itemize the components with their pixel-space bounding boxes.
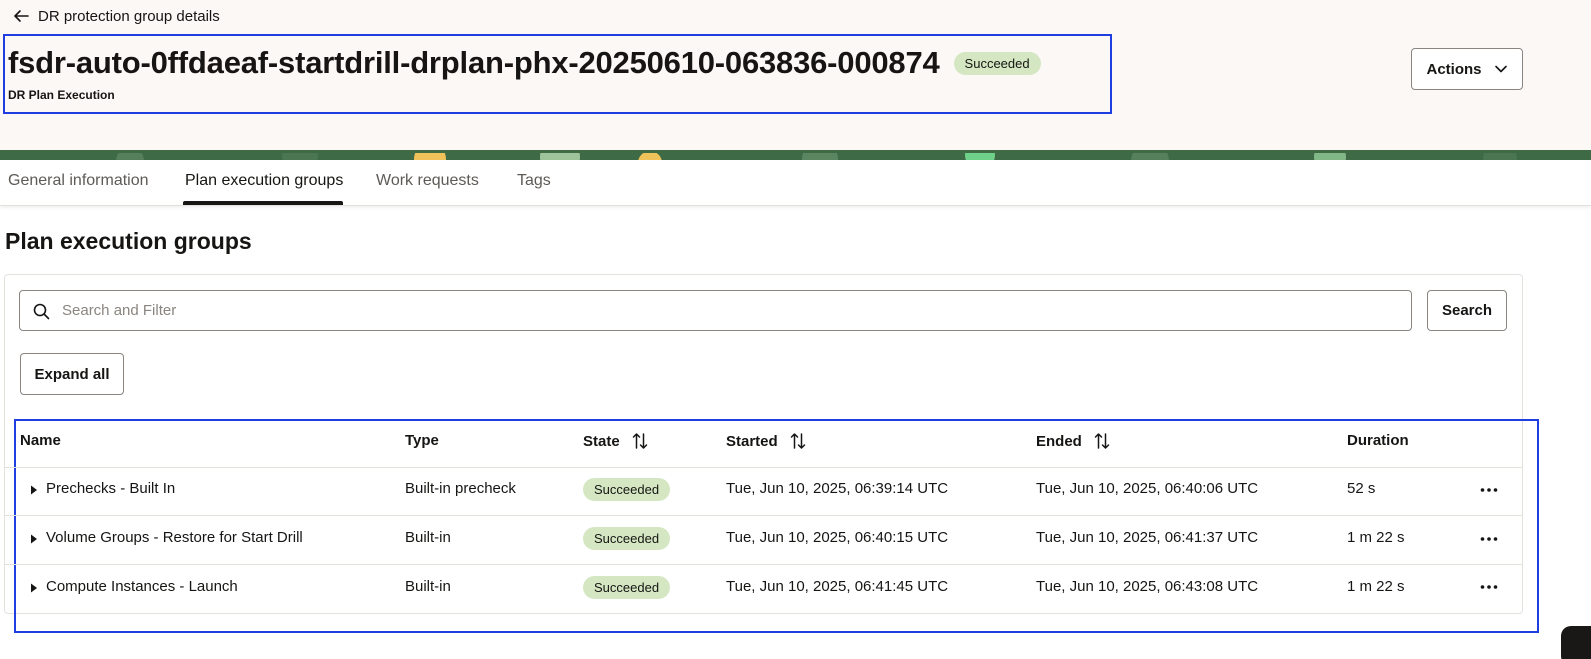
title-highlight-box: fsdr-auto-0ffdaeaf-startdrill-drplan-phx… xyxy=(3,34,1112,114)
actions-button-label: Actions xyxy=(1426,60,1482,78)
tab-work-requests[interactable]: Work requests xyxy=(376,172,479,190)
table-highlight-box xyxy=(14,419,1539,633)
row-duration: 52 s xyxy=(1347,480,1376,497)
search-icon xyxy=(33,303,50,320)
column-header-name-label: Name xyxy=(20,432,61,449)
search-input[interactable] xyxy=(62,291,1402,330)
caret-right-icon[interactable] xyxy=(30,485,38,495)
page-title: fsdr-auto-0ffdaeaf-startdrill-drplan-phx… xyxy=(8,45,940,80)
row-name[interactable]: Prechecks - Built In xyxy=(46,480,175,497)
column-header-type: Type xyxy=(405,432,439,449)
column-header-state-label: State xyxy=(583,432,620,450)
column-header-started: Started xyxy=(726,432,806,450)
row-type: Built-in xyxy=(405,578,451,595)
more-horizontal-icon[interactable] xyxy=(1479,577,1499,597)
active-tab-indicator xyxy=(183,201,343,205)
page-header: DR protection group details fsdr-auto-0f… xyxy=(0,0,1591,152)
caret-right-icon[interactable] xyxy=(30,583,38,593)
row-divider xyxy=(5,515,1522,516)
arrow-left-icon xyxy=(14,10,29,22)
row-name[interactable]: Volume Groups - Restore for Start Drill xyxy=(46,529,303,546)
search-button[interactable]: Search xyxy=(1427,290,1507,331)
row-ended: Tue, Jun 10, 2025, 06:40:06 UTC xyxy=(1036,480,1259,497)
actions-button[interactable]: Actions xyxy=(1411,48,1523,90)
row-divider xyxy=(5,467,1522,468)
column-header-duration: Duration xyxy=(1347,432,1409,449)
status-badge: Succeeded xyxy=(583,576,671,599)
more-horizontal-icon[interactable] xyxy=(1479,529,1499,549)
more-horizontal-icon[interactable] xyxy=(1479,480,1499,500)
sort-icon[interactable] xyxy=(1094,432,1110,450)
column-header-name: Name xyxy=(20,432,61,449)
status-badge: Succeeded xyxy=(583,478,671,501)
row-ended: Tue, Jun 10, 2025, 06:41:37 UTC xyxy=(1036,529,1259,546)
section-title: Plan execution groups xyxy=(5,228,252,254)
row-duration: 1 m 22 s xyxy=(1347,529,1405,546)
tab-plan-execution-groups[interactable]: Plan execution groups xyxy=(185,172,343,190)
column-header-state: State xyxy=(583,432,648,450)
search-field[interactable] xyxy=(19,290,1412,331)
expand-all-button[interactable]: Expand all xyxy=(20,353,124,395)
decorative-banner xyxy=(0,150,1591,160)
row-type: Built-in xyxy=(405,529,451,546)
row-started: Tue, Jun 10, 2025, 06:41:45 UTC xyxy=(726,578,949,595)
chevron-down-icon xyxy=(1494,65,1507,73)
row-started: Tue, Jun 10, 2025, 06:39:14 UTC xyxy=(726,480,949,497)
row-started: Tue, Jun 10, 2025, 06:40:15 UTC xyxy=(726,529,949,546)
column-header-started-label: Started xyxy=(726,432,778,450)
row-name[interactable]: Compute Instances - Launch xyxy=(46,578,238,595)
floating-widget[interactable] xyxy=(1561,626,1591,659)
row-type: Built-in precheck xyxy=(405,480,516,497)
tab-bar: General information Plan execution group… xyxy=(0,160,1591,206)
caret-right-icon[interactable] xyxy=(30,534,38,544)
column-header-ended-label: Ended xyxy=(1036,432,1082,450)
back-link-label: DR protection group details xyxy=(38,7,220,25)
page-subtitle: DR Plan Execution xyxy=(8,88,115,102)
row-ended: Tue, Jun 10, 2025, 06:43:08 UTC xyxy=(1036,578,1259,595)
row-divider xyxy=(5,564,1522,565)
sort-icon[interactable] xyxy=(790,432,806,450)
column-header-type-label: Type xyxy=(405,432,439,449)
back-link[interactable]: DR protection group details xyxy=(12,6,220,26)
banner-pattern xyxy=(116,150,1517,160)
tab-tags[interactable]: Tags xyxy=(517,172,551,190)
column-header-duration-label: Duration xyxy=(1347,432,1409,449)
status-badge: Succeeded xyxy=(953,51,1041,75)
column-header-ended: Ended xyxy=(1036,432,1110,450)
sort-icon[interactable] xyxy=(632,432,648,450)
row-duration: 1 m 22 s xyxy=(1347,578,1405,595)
status-badge: Succeeded xyxy=(583,527,671,550)
tab-general-information[interactable]: General information xyxy=(8,172,149,190)
